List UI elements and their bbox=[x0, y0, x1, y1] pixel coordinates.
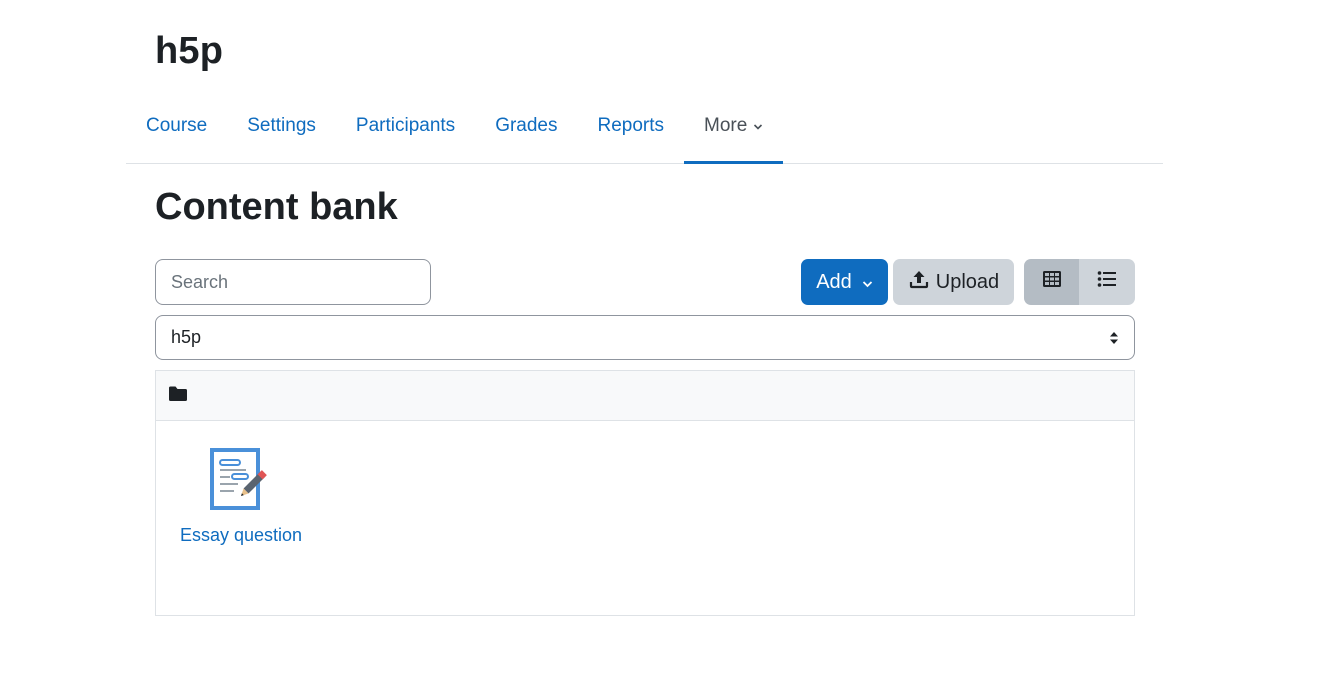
nav-course[interactable]: Course bbox=[126, 88, 227, 163]
nav-more-label: More bbox=[704, 114, 748, 136]
list-view-button[interactable] bbox=[1079, 259, 1135, 305]
breadcrumb bbox=[156, 371, 1134, 421]
nav-participants[interactable]: Participants bbox=[336, 88, 475, 163]
page-title: Content bank bbox=[155, 186, 398, 228]
folder-icon[interactable] bbox=[168, 385, 188, 407]
grid-icon bbox=[1042, 270, 1062, 294]
secondary-navigation: Course Settings Participants Grades Repo… bbox=[126, 88, 1163, 164]
nav-reports[interactable]: Reports bbox=[578, 88, 685, 163]
content-item[interactable]: Essay question bbox=[170, 447, 312, 546]
upload-button-label: Upload bbox=[935, 270, 1000, 293]
course-title: h5p bbox=[155, 30, 224, 72]
grid-view-button[interactable] bbox=[1024, 259, 1079, 305]
upload-icon bbox=[908, 268, 936, 296]
essay-question-icon bbox=[170, 447, 312, 513]
add-button[interactable]: Add bbox=[801, 259, 888, 305]
content-item-name: Essay question bbox=[179, 525, 303, 545]
content-bank-panel: Essay question bbox=[155, 370, 1135, 616]
add-button-label: Add bbox=[816, 270, 852, 293]
upload-button[interactable]: Upload bbox=[893, 259, 1014, 305]
context-select-value: h5p bbox=[171, 327, 202, 347]
nav-more[interactable]: More bbox=[684, 88, 784, 164]
search-input[interactable] bbox=[155, 259, 431, 305]
chevron-down-icon bbox=[862, 271, 873, 294]
nav-grades[interactable]: Grades bbox=[475, 88, 577, 163]
list-icon bbox=[1097, 270, 1117, 294]
sort-arrows-icon bbox=[1109, 330, 1119, 351]
context-select[interactable]: h5p bbox=[155, 315, 1135, 360]
nav-settings[interactable]: Settings bbox=[227, 88, 336, 163]
chevron-down-icon bbox=[753, 115, 763, 137]
